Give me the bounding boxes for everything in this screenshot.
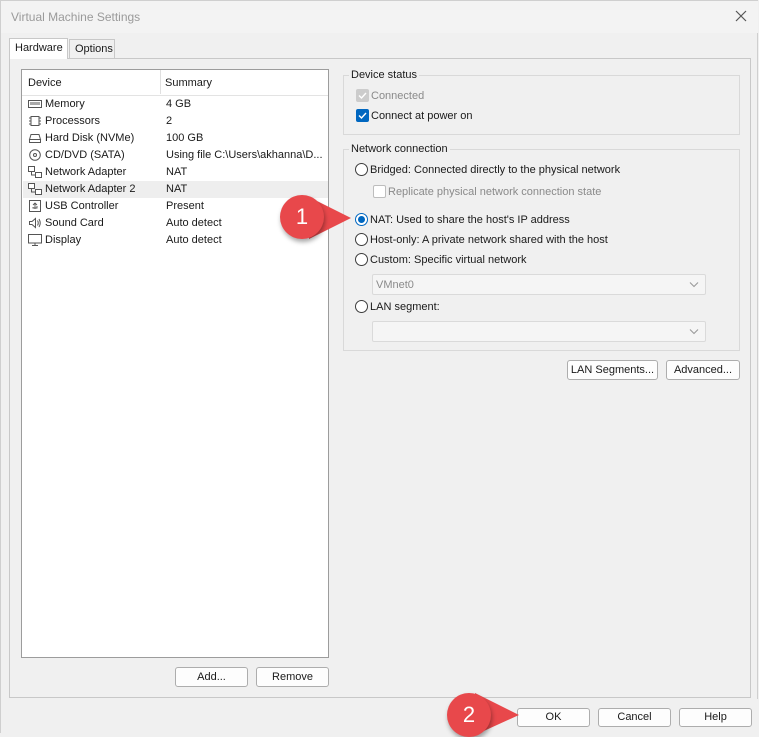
memory-icon — [28, 100, 42, 108]
replicate-label: Replicate physical network connection st… — [388, 186, 602, 198]
device-name: Network Adapter — [45, 166, 127, 178]
host-only-label: Host-only: A private network shared with… — [370, 234, 608, 246]
device-status-group — [343, 75, 740, 135]
custom-label: Custom: Specific virtual network — [370, 254, 527, 266]
device-name: Memory — [45, 98, 85, 110]
chevron-down-icon — [689, 329, 699, 335]
title-bar: Virtual Machine Settings — [1, 1, 758, 33]
close-icon[interactable] — [732, 7, 750, 25]
add-button[interactable]: Add... — [175, 667, 248, 687]
device-list[interactable]: Device Summary Memory 4 GB Processors 2 … — [21, 69, 329, 658]
step-badge-2: 2 — [447, 693, 491, 737]
checkmark-icon — [358, 92, 367, 100]
device-row-network-adapter[interactable]: Network Adapter NAT — [23, 164, 328, 181]
device-row-processors[interactable]: Processors 2 — [23, 113, 328, 130]
device-summary: NAT — [166, 166, 188, 178]
nat-radio[interactable] — [355, 213, 368, 226]
connected-label: Connected — [371, 90, 425, 102]
device-row-cd-dvd[interactable]: CD/DVD (SATA) Using file C:\Users\akhann… — [23, 147, 328, 164]
checkmark-icon — [358, 112, 367, 120]
processor-icon — [29, 116, 41, 126]
device-name: Display — [45, 234, 82, 246]
device-status-title: Device status — [349, 69, 420, 81]
speaker-icon — [29, 217, 41, 229]
connect-at-power-on-label: Connect at power on — [371, 110, 473, 122]
lan-segment-select[interactable] — [372, 321, 706, 342]
network-adapter-icon — [28, 166, 42, 178]
bridged-label: Bridged: Connected directly to the physi… — [370, 164, 621, 176]
bridged-radio[interactable] — [355, 163, 368, 176]
column-separator[interactable] — [160, 70, 161, 94]
device-summary: 100 GB — [166, 132, 204, 144]
device-summary: NAT — [166, 183, 188, 195]
lan-segment-label: LAN segment: — [370, 301, 440, 313]
network-connection-title: Network connection — [349, 143, 450, 155]
help-button[interactable]: Help — [679, 708, 752, 727]
connect-at-power-on-checkbox[interactable] — [356, 109, 369, 122]
cancel-button[interactable]: Cancel — [598, 708, 671, 727]
step-badge-1: 1 — [280, 195, 324, 239]
device-name: CD/DVD (SATA) — [45, 149, 125, 161]
device-summary: Using file C:\Users\akhanna\D... — [166, 149, 323, 161]
custom-radio[interactable] — [355, 253, 368, 266]
window-title: Virtual Machine Settings — [11, 10, 141, 24]
hard-disk-icon — [28, 134, 42, 143]
connected-checkbox[interactable] — [356, 89, 369, 102]
tab-options[interactable]: Options — [69, 39, 115, 58]
network-adapter-icon — [28, 183, 42, 195]
column-header-device[interactable]: Device — [28, 77, 62, 89]
lan-segments-button[interactable]: LAN Segments... — [567, 360, 658, 380]
dialog-window: Virtual Machine Settings Hardware Option… — [0, 0, 758, 737]
advanced-button[interactable]: Advanced... — [666, 360, 740, 380]
cd-dvd-icon — [29, 149, 41, 161]
device-summary: 4 GB — [166, 98, 192, 110]
column-header-summary[interactable]: Summary — [165, 77, 212, 89]
custom-network-value: VMnet0 — [376, 279, 414, 291]
device-name: Network Adapter 2 — [45, 183, 136, 195]
nat-label: NAT: Used to share the host's IP address — [370, 214, 570, 226]
replicate-checkbox[interactable] — [373, 185, 386, 198]
device-name: Processors — [45, 115, 101, 127]
chevron-down-icon — [689, 282, 699, 288]
usb-icon — [29, 200, 41, 212]
tab-hardware[interactable]: Hardware — [9, 38, 68, 59]
ok-button[interactable]: OK — [517, 708, 590, 727]
host-only-radio[interactable] — [355, 233, 368, 246]
device-summary: 2 — [166, 115, 173, 127]
remove-button[interactable]: Remove — [256, 667, 329, 687]
custom-network-select[interactable]: VMnet0 — [372, 274, 706, 295]
device-name: Sound Card — [45, 217, 104, 229]
monitor-icon — [28, 234, 42, 246]
device-row-hard-disk[interactable]: Hard Disk (NVMe) 100 GB — [23, 130, 328, 147]
device-list-header: Device Summary — [22, 70, 328, 96]
device-name: USB Controller — [45, 200, 119, 212]
device-name: Hard Disk (NVMe) — [45, 132, 135, 144]
lan-segment-radio[interactable] — [355, 300, 368, 313]
device-row-memory[interactable]: Memory 4 GB — [23, 96, 328, 113]
